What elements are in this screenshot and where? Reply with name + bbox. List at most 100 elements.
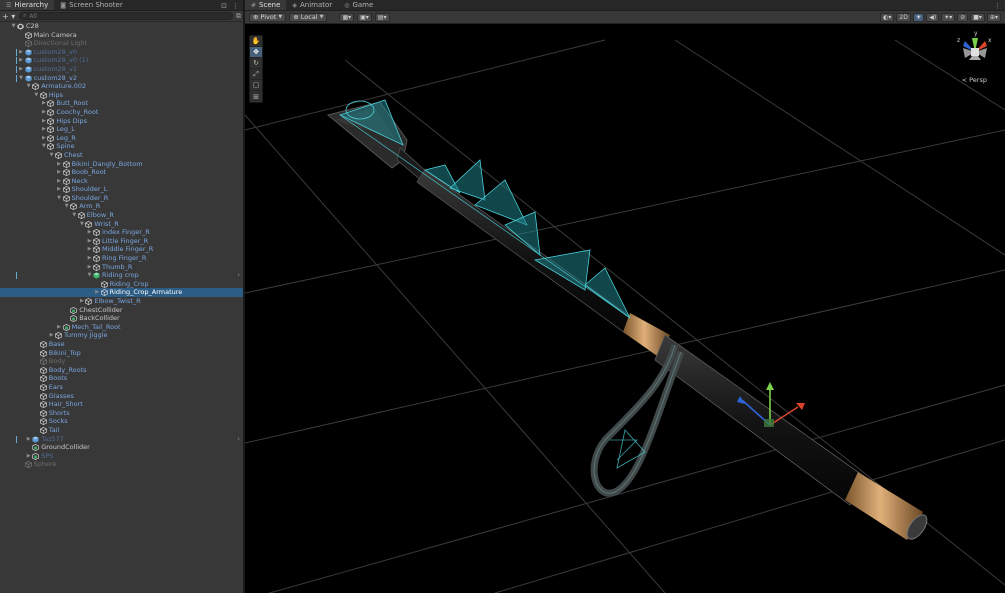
chevron-right-icon[interactable]: ▶	[86, 228, 93, 237]
chevron-right-icon[interactable]: ▶	[40, 108, 47, 117]
chevron-down-icon[interactable]: ▼	[10, 22, 17, 31]
hierarchy-row[interactable]: ▶ Neck	[0, 177, 243, 186]
chevron-right-icon[interactable]: ▶	[56, 185, 63, 194]
chevron-down-icon[interactable]: ▼	[63, 202, 70, 211]
tab-scene[interactable]: # Scene	[245, 0, 287, 10]
hierarchy-row[interactable]: ▼ Arm_R	[0, 202, 243, 211]
hierarchy-row[interactable]: GroundCollider	[0, 443, 243, 452]
chevron-down-icon[interactable]: ▼	[86, 271, 93, 280]
lighting-toggle-icon[interactable]: ☀	[912, 12, 925, 22]
align-button[interactable]: ▤▾	[374, 12, 390, 22]
chevron-down-icon[interactable]: ▼	[71, 211, 78, 220]
pivot-dropdown[interactable]: ⊕ Pivot ▼	[249, 12, 287, 22]
chevron-right-icon[interactable]: ▶	[78, 297, 85, 306]
more-menu-icon[interactable]: ⋮	[232, 2, 239, 10]
tab-hierarchy[interactable]: ☰ Hierarchy	[0, 0, 55, 10]
scene-viewport[interactable]	[245, 24, 1005, 593]
camera-settings-icon[interactable]: ■▾	[970, 12, 985, 22]
chevron-right-icon[interactable]: ▶	[86, 245, 93, 254]
hierarchy-row[interactable]: ▼ C28	[0, 22, 243, 31]
hierarchy-row[interactable]: ▼ Riding crop ›	[0, 271, 243, 280]
hierarchy-row[interactable]: ▼ Elbow_R	[0, 211, 243, 220]
effects-toggle-icon[interactable]: ✦▾	[941, 12, 956, 22]
hierarchy-row[interactable]: Shorts	[0, 409, 243, 418]
add-object-button[interactable]: + ▾	[2, 12, 16, 21]
hierarchy-search[interactable]: ⌕	[19, 12, 233, 20]
hierarchy-row[interactable]: ▼ Armature.002	[0, 82, 243, 91]
toggle-2d-button[interactable]: 2D	[896, 12, 911, 22]
projection-label[interactable]: < Persp	[962, 76, 987, 84]
hierarchy-row[interactable]: Ears	[0, 383, 243, 392]
hierarchy-row[interactable]: ▶ Shoulder_L	[0, 185, 243, 194]
filter-icon[interactable]: ⧉	[236, 12, 241, 21]
chevron-right-icon[interactable]: ▶	[18, 48, 25, 57]
chevron-down-icon[interactable]: ▼	[33, 91, 40, 100]
chevron-right-icon[interactable]: ▶	[48, 331, 55, 340]
hierarchy-row[interactable]: ▶ custom28_v0 (1)	[0, 56, 243, 65]
hierarchy-row[interactable]: ▶ Leg_R	[0, 134, 243, 143]
chevron-down-icon[interactable]: ▼	[18, 74, 25, 83]
hierarchy-row[interactable]: ▶ Thumb_R	[0, 263, 243, 272]
chevron-right-icon[interactable]: ▶	[40, 117, 47, 126]
hierarchy-row[interactable]: Main Camera	[0, 31, 243, 40]
chevron-right-icon[interactable]: ▶	[18, 65, 25, 74]
hierarchy-row[interactable]: ▶ Hips Dips	[0, 117, 243, 126]
hierarchy-row[interactable]: BackCollider	[0, 314, 243, 323]
open-prefab-icon[interactable]: ›	[237, 271, 240, 280]
open-prefab-icon[interactable]: ›	[237, 435, 240, 444]
tab-animator[interactable]: ◈ Animator	[286, 0, 338, 10]
hierarchy-row[interactable]: Sphere	[0, 460, 243, 469]
lock-icon[interactable]: ⊡	[221, 2, 227, 10]
gizmos-toggle-icon[interactable]: ⊕▾	[986, 12, 1001, 22]
hierarchy-row[interactable]: ▼ Spine	[0, 142, 243, 151]
chevron-down-icon[interactable]: ▼	[40, 142, 47, 151]
chevron-right-icon[interactable]: ▶	[56, 168, 63, 177]
hierarchy-row[interactable]: Socks	[0, 417, 243, 426]
hierarchy-row[interactable]: ▶ Little Finger_R	[0, 237, 243, 246]
chevron-right-icon[interactable]: ▶	[86, 254, 93, 263]
hierarchy-row[interactable]: ▼ custom28_v2	[0, 74, 243, 83]
hierarchy-row[interactable]: ▶ Boob_Root	[0, 168, 243, 177]
chevron-right-icon[interactable]: ▶	[40, 99, 47, 108]
hierarchy-row[interactable]: Base	[0, 340, 243, 349]
hierarchy-row[interactable]: ▶ Bikini_Dangly_Bottom	[0, 160, 243, 169]
hierarchy-row[interactable]: Directional Light	[0, 39, 243, 48]
chevron-right-icon[interactable]: ▶	[86, 263, 93, 272]
chevron-right-icon[interactable]: ▶	[18, 56, 25, 65]
chevron-down-icon[interactable]: ▼	[56, 194, 63, 203]
search-input[interactable]	[29, 12, 232, 20]
hierarchy-row[interactable]: ▶ Coochy_Root	[0, 108, 243, 117]
hierarchy-row[interactable]: ▶ Mech_Tail_Root	[0, 323, 243, 332]
chevron-right-icon[interactable]: ▶	[56, 160, 63, 169]
tab-game[interactable]: ◎ Game	[338, 0, 379, 10]
chevron-right-icon[interactable]: ▶	[56, 323, 63, 332]
audio-toggle-icon[interactable]: ◀)	[926, 12, 940, 22]
chevron-right-icon[interactable]: ▶	[40, 125, 47, 134]
hierarchy-row[interactable]: ChestCollider	[0, 306, 243, 315]
grid-snap-button[interactable]: ▦▾	[339, 12, 355, 22]
orientation-gizmo[interactable]: y x z	[955, 28, 995, 76]
hierarchy-row[interactable]: Tail	[0, 426, 243, 435]
snap-increment-button[interactable]: ▣▾	[357, 12, 372, 22]
hierarchy-row[interactable]: Glasses	[0, 392, 243, 401]
hierarchy-row[interactable]: Riding_Crop	[0, 280, 243, 289]
hierarchy-row[interactable]: ▶ Leg_L	[0, 125, 243, 134]
hierarchy-row[interactable]: Bikini_Top	[0, 349, 243, 358]
hierarchy-row[interactable]: ▶ custom28_v0	[0, 48, 243, 57]
hierarchy-row[interactable]: Hair_Short	[0, 400, 243, 409]
hierarchy-row[interactable]: ▼ Wrist_R	[0, 220, 243, 229]
hierarchy-row[interactable]: ▶ Elbow_Twist_R	[0, 297, 243, 306]
hierarchy-row[interactable]: ▶ Riding_Crop_Armature	[0, 288, 243, 297]
hidden-objects-icon[interactable]: ⊘	[957, 12, 969, 22]
chevron-right-icon[interactable]: ▶	[25, 435, 32, 444]
hierarchy-row[interactable]: ▼ Shoulder_R	[0, 194, 243, 203]
hierarchy-row[interactable]: ▶ Taz577 ›	[0, 435, 243, 444]
chevron-right-icon[interactable]: ▶	[86, 237, 93, 246]
hierarchy-row[interactable]: ▶ Index Finger_R	[0, 228, 243, 237]
hierarchy-row[interactable]: ▶ Butt_Root	[0, 99, 243, 108]
tab-screen-shooter[interactable]: ◙ Screen Shooter	[54, 0, 129, 10]
hierarchy-row[interactable]: ▼ Chest	[0, 151, 243, 160]
hierarchy-row[interactable]: ▶ custom28_v1	[0, 65, 243, 74]
hierarchy-row[interactable]: Body	[0, 357, 243, 366]
hierarchy-row[interactable]: ▶ Middle Finger_R	[0, 245, 243, 254]
